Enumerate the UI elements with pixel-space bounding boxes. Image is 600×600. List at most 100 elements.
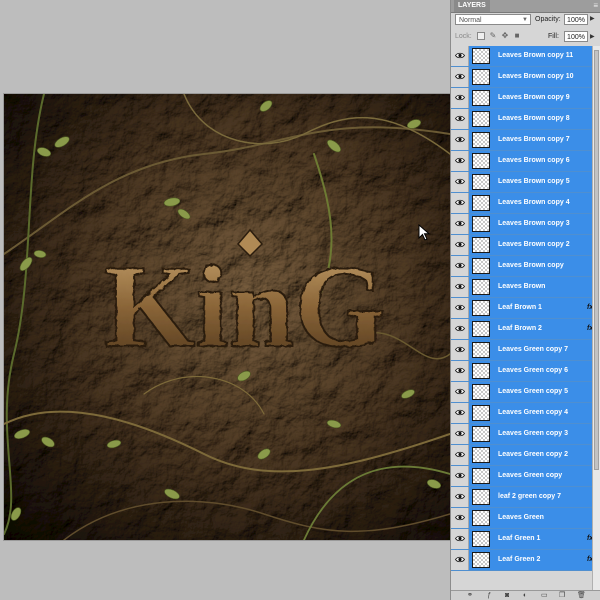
layer-row[interactable]: Leaves Brown copy 10 [451, 67, 600, 88]
layer-thumbnail[interactable] [472, 552, 490, 568]
layer-row[interactable]: Leaf Brown 2fx▼ [451, 319, 600, 340]
layer-row[interactable]: Leaves Green [451, 508, 600, 529]
visibility-eye-icon[interactable] [451, 508, 469, 528]
layer-row[interactable]: Leaves Green copy 6 [451, 361, 600, 382]
layers-list[interactable]: Leaves Brown copy 11 Leaves Brown copy 10… [451, 46, 600, 590]
layer-thumbnail[interactable] [472, 279, 490, 295]
visibility-eye-icon[interactable] [451, 193, 469, 213]
layer-name[interactable]: Leaf Brown 2 [498, 319, 542, 339]
adjustment-layer-icon[interactable]: ◐ [523, 591, 527, 600]
visibility-eye-icon[interactable] [451, 277, 469, 297]
layer-thumbnail[interactable] [472, 426, 490, 442]
layer-row[interactable]: Leaves Green copy 4 [451, 403, 600, 424]
lock-transparency-icon[interactable] [477, 32, 485, 40]
visibility-eye-icon[interactable] [451, 151, 469, 171]
layer-body[interactable]: Leaves Brown copy 8 [469, 109, 600, 129]
layer-thumbnail[interactable] [472, 405, 490, 421]
document-canvas[interactable]: KinG [4, 94, 450, 540]
layer-body[interactable]: Leaf Brown 1fx▼ [469, 298, 600, 318]
layer-mask-icon[interactable]: ◙ [505, 591, 509, 600]
visibility-eye-icon[interactable] [451, 46, 469, 66]
layer-name[interactable]: Leaves Brown copy [498, 256, 564, 276]
panel-menu-icon[interactable]: ≡ [593, 0, 598, 12]
trash-icon[interactable]: 🗑 [577, 591, 586, 600]
visibility-eye-icon[interactable] [451, 130, 469, 150]
layer-body[interactable]: Leaf Green 2fx▼ [469, 550, 600, 570]
layer-body[interactable]: Leaves Brown copy 7 [469, 130, 600, 150]
layer-name[interactable]: Leaves Brown copy 10 [498, 67, 573, 87]
layer-thumbnail[interactable] [472, 489, 490, 505]
lock-all-icon[interactable]: ■ [513, 32, 521, 40]
layer-name[interactable]: Leaves Green copy 5 [498, 382, 568, 402]
visibility-eye-icon[interactable] [451, 88, 469, 108]
visibility-eye-icon[interactable] [451, 487, 469, 507]
layer-row[interactable]: Leaf Green 1fx▼ [451, 529, 600, 550]
layer-thumbnail[interactable] [472, 531, 490, 547]
layer-row[interactable]: Leaves Brown copy 11 [451, 46, 600, 67]
layer-row[interactable]: Leaves Brown copy 7 [451, 130, 600, 151]
layer-name[interactable]: leaf 2 green copy 7 [498, 487, 561, 507]
visibility-eye-icon[interactable] [451, 214, 469, 234]
blend-mode-select[interactable]: Normal ▼ [455, 14, 531, 25]
visibility-eye-icon[interactable] [451, 361, 469, 381]
layer-row[interactable]: Leaves Brown copy 4 [451, 193, 600, 214]
layer-body[interactable]: Leaves Brown copy 11 [469, 46, 600, 66]
layer-row[interactable]: Leaves Brown copy 8 [451, 109, 600, 130]
layer-thumbnail[interactable] [472, 363, 490, 379]
layer-name[interactable]: Leaves Brown [498, 277, 545, 297]
visibility-eye-icon[interactable] [451, 424, 469, 444]
layer-row[interactable]: Leaves Green copy 7 [451, 340, 600, 361]
layer-body[interactable]: Leaves Brown copy 5 [469, 172, 600, 192]
lock-brush-icon[interactable]: ✎ [489, 32, 497, 40]
layer-name[interactable]: Leaf Green 1 [498, 529, 540, 549]
layer-thumbnail[interactable] [472, 90, 490, 106]
layer-body[interactable]: Leaves Green [469, 508, 600, 528]
layer-body[interactable]: Leaves Green copy 3 [469, 424, 600, 444]
visibility-eye-icon[interactable] [451, 445, 469, 465]
layer-thumbnail[interactable] [472, 447, 490, 463]
layer-row[interactable]: Leaves Brown copy 9 [451, 88, 600, 109]
layer-thumbnail[interactable] [472, 69, 490, 85]
visibility-eye-icon[interactable] [451, 319, 469, 339]
layer-thumbnail[interactable] [472, 153, 490, 169]
layer-style-icon[interactable]: ƒ [487, 591, 491, 600]
tab-layers[interactable]: LAYERS [454, 0, 490, 12]
layer-row[interactable]: Leaves Green copy 2 [451, 445, 600, 466]
layer-body[interactable]: Leaves Brown copy [469, 256, 600, 276]
new-group-icon[interactable]: ▭ [541, 591, 548, 600]
layer-thumbnail[interactable] [472, 132, 490, 148]
visibility-eye-icon[interactable] [451, 256, 469, 276]
layer-thumbnail[interactable] [472, 195, 490, 211]
lock-position-icon[interactable]: ✥ [501, 32, 509, 40]
layer-row[interactable]: Leaves Green copy 3 [451, 424, 600, 445]
canvas-area[interactable]: KinG [0, 0, 450, 600]
layer-thumbnail[interactable] [472, 258, 490, 274]
layers-scrollbar[interactable] [592, 46, 600, 590]
layer-name[interactable]: Leaves Brown copy 8 [498, 109, 570, 129]
layer-name[interactable]: Leaves Green copy 7 [498, 340, 568, 360]
scrollbar-thumb[interactable] [594, 50, 599, 470]
layer-row[interactable]: Leaves Brown copy 6 [451, 151, 600, 172]
layer-thumbnail[interactable] [472, 321, 490, 337]
layer-name[interactable]: Leaves Brown copy 7 [498, 130, 570, 150]
layer-thumbnail[interactable] [472, 216, 490, 232]
visibility-eye-icon[interactable] [451, 67, 469, 87]
layer-body[interactable]: Leaves Green copy 5 [469, 382, 600, 402]
opacity-input[interactable]: 100% [564, 14, 588, 25]
layer-name[interactable]: Leaves Brown copy 9 [498, 88, 570, 108]
layer-thumbnail[interactable] [472, 468, 490, 484]
layer-body[interactable]: Leaves Brown copy 2 [469, 235, 600, 255]
layer-thumbnail[interactable] [472, 48, 490, 64]
fill-slider-arrow-icon[interactable]: ▶ [590, 33, 595, 40]
layer-body[interactable]: leaf 2 green copy 7 [469, 487, 600, 507]
layer-name[interactable]: Leaves Green [498, 508, 544, 528]
layer-thumbnail[interactable] [472, 237, 490, 253]
layer-body[interactable]: Leaves Green copy 6 [469, 361, 600, 381]
visibility-eye-icon[interactable] [451, 340, 469, 360]
layer-row[interactable]: Leaves Brown copy 3 [451, 214, 600, 235]
layer-body[interactable]: Leaves Brown copy 4 [469, 193, 600, 213]
layer-name[interactable]: Leaves Green copy 6 [498, 361, 568, 381]
layer-body[interactable]: Leaves Brown [469, 277, 600, 297]
layer-body[interactable]: Leaves Green copy 4 [469, 403, 600, 423]
layer-body[interactable]: Leaves Brown copy 10 [469, 67, 600, 87]
